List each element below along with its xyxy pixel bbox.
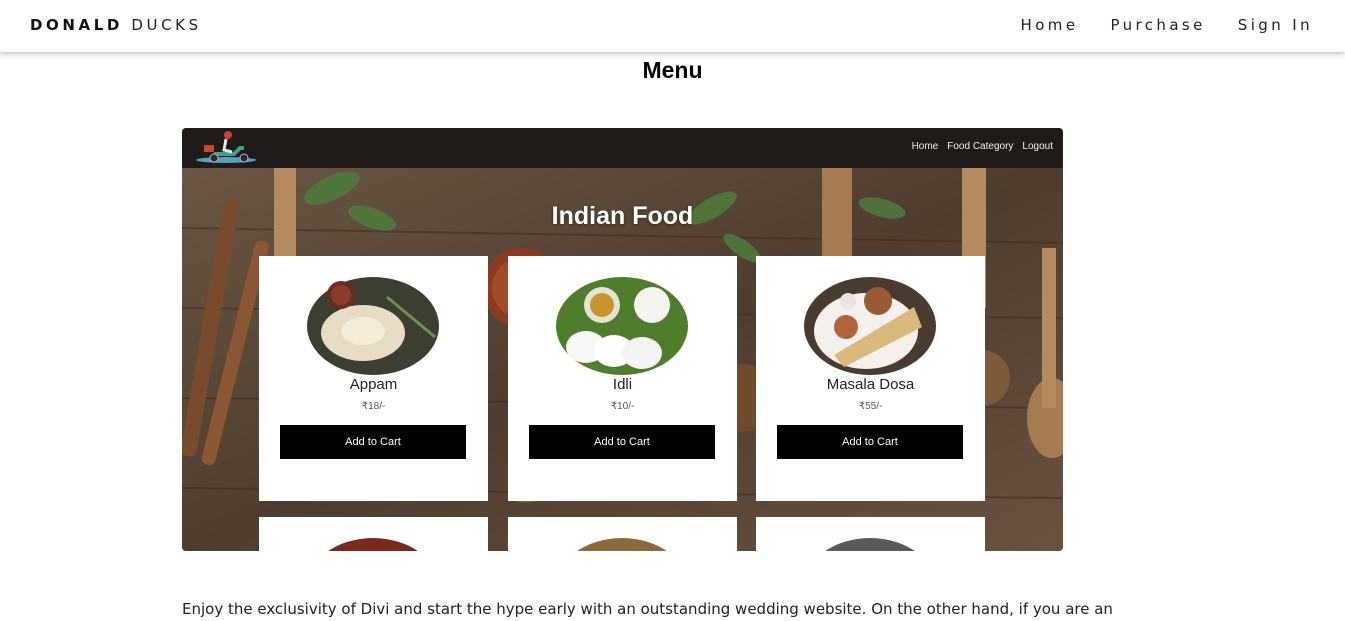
- nav-sign-in[interactable]: Sign In: [1238, 16, 1313, 34]
- intro-paragraph: Enjoy the exclusivity of Divi and start …: [182, 600, 1113, 618]
- hero-background: Indian Food Appam ₹18/- Add to Cart Idli…: [182, 168, 1063, 551]
- food-card: [508, 517, 737, 551]
- food-image: [577, 538, 667, 551]
- food-name: Appam: [349, 376, 398, 393]
- add-to-cart-button[interactable]: Add to Cart: [777, 425, 963, 459]
- category-title: Indian Food: [551, 202, 694, 230]
- appam-image: [307, 277, 439, 375]
- preview-navbar: Home Food Category Logout: [182, 128, 1063, 168]
- food-image: [825, 538, 915, 551]
- food-card: [259, 517, 488, 551]
- food-card: [756, 517, 985, 551]
- menu-preview: Home Food Category Logout Indian Food Ap…: [182, 128, 1063, 551]
- food-price: ₹18/-: [361, 401, 386, 412]
- add-to-cart-button[interactable]: Add to Cart: [529, 425, 715, 459]
- add-to-cart-button[interactable]: Add to Cart: [280, 425, 466, 459]
- preview-nav-food-category[interactable]: Food Category: [947, 141, 1013, 152]
- masala-dosa-image: [804, 277, 936, 375]
- nav-home[interactable]: Home: [1021, 16, 1079, 34]
- brand-bold: DONALD: [30, 16, 123, 34]
- idli-image: [556, 277, 688, 375]
- food-image: [328, 538, 418, 551]
- food-name: Masala Dosa: [826, 376, 915, 393]
- preview-nav-links: Home Food Category Logout: [912, 141, 1053, 152]
- main-nav: Home Purchase Sign In: [1021, 16, 1313, 34]
- nav-purchase[interactable]: Purchase: [1110, 16, 1205, 34]
- preview-nav-home[interactable]: Home: [912, 141, 939, 152]
- brand-logo[interactable]: DONALD DUCKS: [30, 16, 202, 34]
- food-price: ₹55/-: [858, 401, 883, 412]
- delivery-scooter-logo[interactable]: [190, 128, 258, 166]
- site-header: DONALD DUCKS Home Purchase Sign In: [0, 0, 1345, 52]
- food-card: Masala Dosa ₹55/- Add to Cart: [756, 256, 985, 501]
- preview-nav-logout[interactable]: Logout: [1022, 141, 1053, 152]
- food-card: Idli ₹10/- Add to Cart: [508, 256, 737, 501]
- page-title: Menu: [642, 57, 703, 83]
- food-price: ₹10/-: [610, 401, 635, 412]
- food-card: Appam ₹18/- Add to Cart: [259, 256, 488, 501]
- food-name: Idli: [612, 376, 633, 393]
- brand-light: DUCKS: [131, 16, 202, 34]
